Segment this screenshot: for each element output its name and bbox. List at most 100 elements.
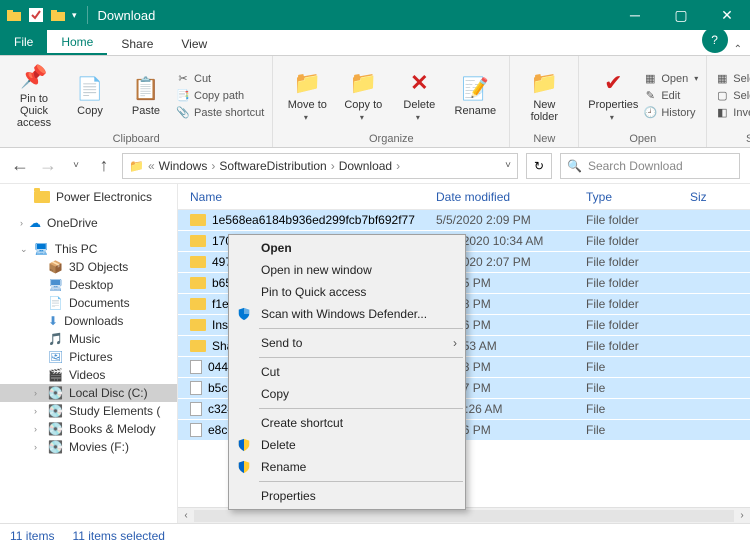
sidebar-item[interactable]: ›💽Movies (F:): [0, 438, 177, 456]
sidebar-thispc[interactable]: ⌄🖥This PC: [0, 240, 177, 258]
ctx-delete[interactable]: Delete: [229, 434, 465, 456]
paste-button[interactable]: 📋Paste: [120, 75, 172, 117]
file-name: 1e568ea6184b936ed299fcb7bf692f77: [212, 213, 415, 227]
ctx-send-to[interactable]: Send to›: [229, 332, 465, 354]
checkbox-icon[interactable]: [28, 7, 44, 23]
check-icon: ✔: [599, 69, 627, 97]
address-dropdown-icon[interactable]: ˅: [505, 160, 511, 171]
delete-button[interactable]: ✕Delete▾: [393, 69, 445, 122]
path-icon: 📑: [176, 89, 190, 103]
file-type: File folder: [586, 339, 690, 353]
chevron-right-icon: ›: [453, 336, 457, 350]
folder-icon: [6, 7, 22, 23]
column-date[interactable]: Date modified: [436, 190, 586, 204]
drive-icon: 🖥: [48, 278, 63, 292]
onedrive-icon: ☁: [29, 216, 41, 230]
column-name[interactable]: Name: [178, 190, 436, 204]
drive-icon: 💽: [48, 404, 63, 418]
select-none-button[interactable]: ▢Select none: [715, 89, 750, 103]
up-button[interactable]: ↑: [94, 155, 114, 176]
sidebar-item[interactable]: 📄Documents: [0, 294, 177, 312]
copyto-icon: 📁: [349, 69, 377, 97]
ctx-create-shortcut[interactable]: Create shortcut: [229, 412, 465, 434]
chevron-right-icon: ›: [20, 218, 23, 228]
status-bar: 11 items 11 items selected: [0, 523, 750, 547]
back-button[interactable]: ←: [10, 155, 30, 176]
file-icon: [190, 381, 202, 395]
history-button[interactable]: 🕘History: [643, 106, 698, 120]
ctx-open[interactable]: Open: [229, 237, 465, 259]
rename-button[interactable]: 📝Rename: [449, 75, 501, 117]
cut-button[interactable]: ✂Cut: [176, 72, 264, 86]
sidebar-item[interactable]: ›💽Local Disc (C:): [0, 384, 177, 402]
folder-icon: [190, 256, 206, 268]
minimize-button[interactable]: ─: [612, 0, 658, 30]
sidebar-item[interactable]: ⬇Downloads: [0, 312, 177, 330]
share-tab[interactable]: Share: [107, 33, 167, 55]
breadcrumb-item[interactable]: Windows: [159, 159, 208, 173]
sidebar-item[interactable]: 🖥Desktop: [0, 276, 177, 294]
file-icon: [190, 423, 202, 437]
sidebar-item[interactable]: Power Electronics: [0, 188, 177, 206]
sidebar-item[interactable]: 🎬Videos: [0, 366, 177, 384]
drive-icon: 💽: [48, 440, 63, 454]
history-icon: 🕘: [643, 106, 657, 120]
search-input[interactable]: 🔍 Search Download: [560, 153, 740, 179]
invert-selection-button[interactable]: ◧Invert selection: [715, 106, 750, 120]
ctx-defender[interactable]: Scan with Windows Defender...: [229, 303, 465, 325]
file-tab[interactable]: File: [0, 29, 47, 55]
breadcrumb-item[interactable]: SoftwareDistribution: [219, 159, 326, 173]
close-button[interactable]: ✕: [704, 0, 750, 30]
edit-button[interactable]: ✎Edit: [643, 89, 698, 103]
ctx-new-window[interactable]: Open in new window: [229, 259, 465, 281]
ctx-cut[interactable]: Cut: [229, 361, 465, 383]
paste-shortcut-button[interactable]: 📎Paste shortcut: [176, 106, 264, 120]
sidebar-item[interactable]: ›💽Books & Melody: [0, 420, 177, 438]
drive-icon: 💽: [48, 386, 63, 400]
select-group-label: Select: [715, 131, 750, 145]
status-item-count: 11 items: [10, 529, 54, 543]
sidebar-item[interactable]: 🎵Music: [0, 330, 177, 348]
properties-button[interactable]: ✔Properties▾: [587, 69, 639, 122]
invert-icon: ◧: [715, 106, 729, 120]
home-tab[interactable]: Home: [47, 31, 107, 55]
breadcrumb-item[interactable]: Download: [339, 159, 392, 173]
open-button[interactable]: ▦Open▾: [643, 72, 698, 86]
view-tab[interactable]: View: [167, 33, 221, 55]
drive-icon: 🎬: [48, 368, 63, 382]
table-row[interactable]: 1e568ea6184b936ed299fcb7bf692f775/5/2020…: [178, 210, 750, 231]
ctx-properties[interactable]: Properties: [229, 485, 465, 507]
drive-icon: 📄: [48, 296, 63, 310]
breadcrumb[interactable]: 📁 « Windows› SoftwareDistribution› Downl…: [122, 153, 518, 179]
sidebar-onedrive[interactable]: ›☁OneDrive: [0, 214, 177, 232]
ctx-pin[interactable]: Pin to Quick access: [229, 281, 465, 303]
clipboard-group-label: Clipboard: [8, 131, 264, 145]
file-type: File folder: [586, 297, 690, 311]
sidebar-item[interactable]: 🖼Pictures: [0, 348, 177, 366]
new-folder-button[interactable]: 📁New folder: [518, 69, 570, 123]
refresh-button[interactable]: ↻: [526, 153, 552, 179]
recent-dropdown[interactable]: ˅: [66, 160, 86, 171]
pin-quick-access-button[interactable]: 📌Pin to Quick access: [8, 63, 60, 129]
column-size[interactable]: Siz: [690, 190, 707, 204]
qat-chevron-icon[interactable]: ▾: [72, 10, 77, 21]
column-type[interactable]: Type: [586, 190, 690, 204]
sidebar-item[interactable]: ›💽Study Elements (: [0, 402, 177, 420]
select-all-button[interactable]: ▦Select all: [715, 72, 750, 86]
move-to-button[interactable]: 📁Move to▾: [281, 69, 333, 122]
address-bar: ← → ˅ ↑ 📁 « Windows› SoftwareDistributio…: [0, 148, 750, 184]
ctx-copy[interactable]: Copy: [229, 383, 465, 405]
ctx-rename[interactable]: Rename: [229, 456, 465, 478]
forward-button[interactable]: →: [38, 155, 58, 176]
copy-path-button[interactable]: 📑Copy path: [176, 89, 264, 103]
sidebar-item[interactable]: 📦3D Objects: [0, 258, 177, 276]
collapse-ribbon-icon[interactable]: ⌃: [734, 44, 742, 55]
status-selected-count: 11 items selected: [72, 529, 165, 543]
copy-button[interactable]: 📄Copy: [64, 75, 116, 117]
file-type: File: [586, 360, 690, 374]
help-button[interactable]: ?: [702, 27, 728, 53]
copy-to-button[interactable]: 📁Copy to▾: [337, 69, 389, 122]
file-icon: [190, 402, 202, 416]
file-type: File folder: [586, 255, 690, 269]
maximize-button[interactable]: ▢: [658, 0, 704, 30]
